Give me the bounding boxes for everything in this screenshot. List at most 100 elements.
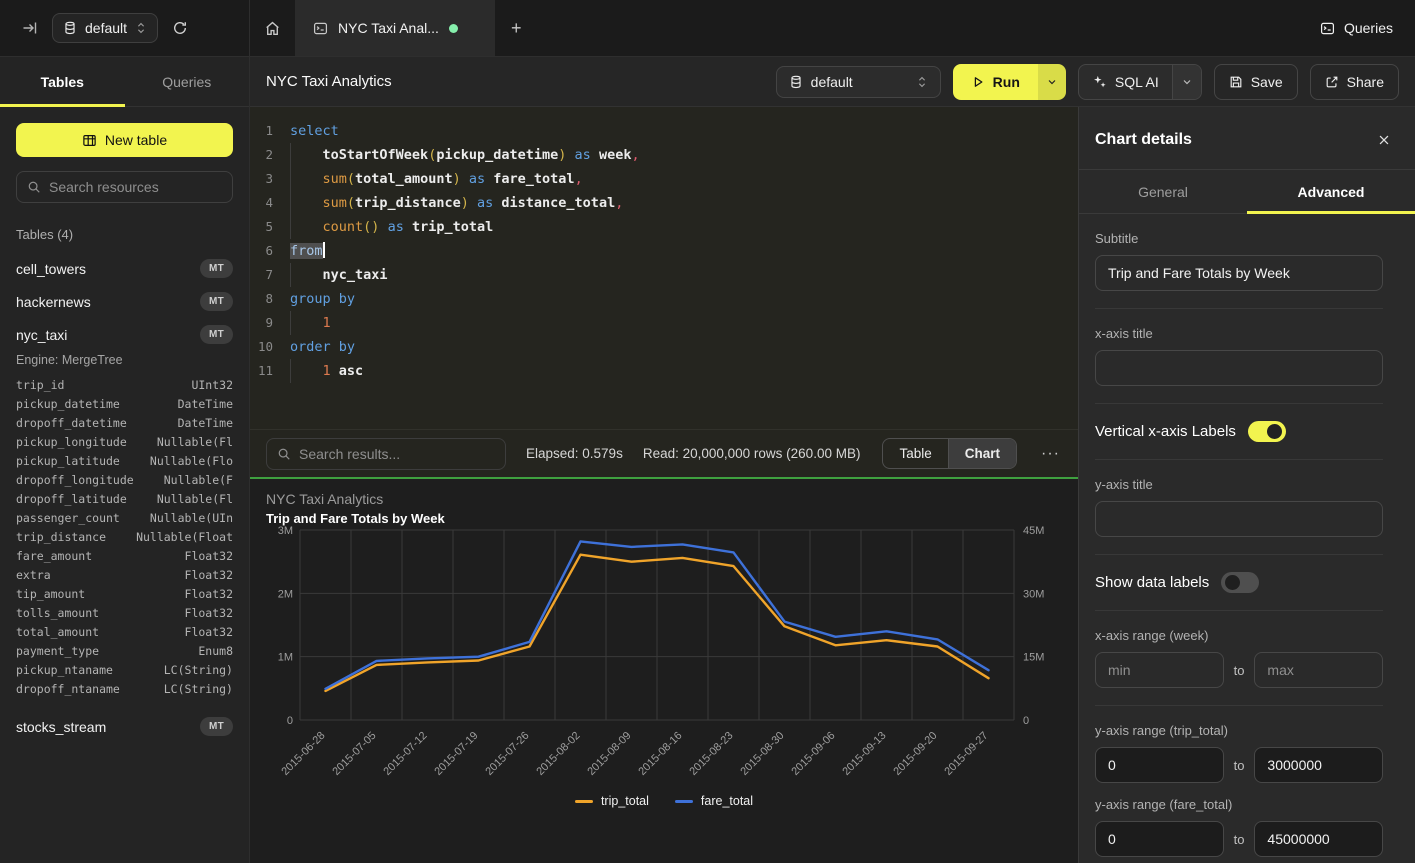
column-row[interactable]: dropoff_latitudeNullable(Fl	[0, 489, 249, 508]
xaxis-range-label: x-axis range (week)	[1095, 628, 1383, 643]
editor-line[interactable]: 7 nyc_taxi	[250, 263, 1078, 287]
xaxis-range-max-input[interactable]	[1254, 652, 1383, 688]
column-row[interactable]: payment_typeEnum8	[0, 641, 249, 660]
table-row[interactable]: hackernewsMT	[0, 285, 249, 318]
column-row[interactable]: dropoff_ntanameLC(String)	[0, 679, 249, 698]
new-table-label: New table	[105, 132, 167, 148]
close-panel-button[interactable]	[1377, 133, 1391, 147]
new-table-button[interactable]: New table	[16, 123, 233, 157]
data-labels-group: Show data labels	[1095, 555, 1383, 611]
query-tab[interactable]: NYC Taxi Anal...	[295, 0, 495, 56]
yaxis-range-trip-max-input[interactable]	[1254, 747, 1383, 783]
table-row[interactable]: stocks_streamMT	[0, 710, 249, 743]
editor-line[interactable]: 1select	[250, 119, 1078, 143]
view-toggle-chart[interactable]: Chart	[948, 439, 1016, 468]
queries-button[interactable]: Queries	[1320, 20, 1393, 36]
code-text: nyc_taxi	[290, 263, 388, 287]
column-row[interactable]: fare_amountFloat32	[0, 546, 249, 565]
column-type: Float32	[185, 549, 233, 563]
tables-list: cell_towersMThackernewsMTnyc_taxiMTEngin…	[0, 252, 249, 743]
refresh-button[interactable]	[172, 20, 188, 36]
share-button[interactable]: Share	[1310, 64, 1399, 100]
topbar-database-selector[interactable]: default	[52, 13, 158, 43]
line-number: 10	[250, 335, 290, 359]
legend-item-fare_total[interactable]: fare_total	[675, 794, 753, 808]
x-axis-label: 2015-09-27	[942, 730, 990, 778]
yaxis-range-fare-min-input[interactable]	[1095, 821, 1224, 857]
editor-line[interactable]: 4 sum(trip_distance) as distance_total,	[250, 191, 1078, 215]
sidebar-search-input[interactable]	[49, 179, 222, 195]
table-row[interactable]: nyc_taxiMT	[0, 318, 249, 351]
x-axis-label: 2015-07-05	[330, 730, 378, 778]
editor-line[interactable]: 6from	[250, 239, 1078, 263]
column-row[interactable]: tip_amountFloat32	[0, 584, 249, 603]
column-type: Nullable(F	[164, 473, 233, 487]
legend-swatch	[575, 800, 593, 803]
left-axis-tick: 0	[287, 715, 293, 727]
subtitle-label: Subtitle	[1095, 231, 1383, 246]
sql-ai-options-button[interactable]	[1172, 65, 1201, 99]
x-axis-label: 2015-07-19	[432, 730, 480, 778]
run-options-button[interactable]	[1038, 64, 1066, 100]
view-toggle-table[interactable]: Table	[883, 439, 947, 468]
yaxis-range-fare-max-input[interactable]	[1254, 821, 1383, 857]
chevron-updown-icon	[135, 21, 147, 35]
sql-ai-button[interactable]: SQL AI	[1079, 65, 1172, 99]
column-row[interactable]: trip_idUInt32	[0, 375, 249, 394]
column-row[interactable]: total_amountFloat32	[0, 622, 249, 641]
results-search[interactable]	[266, 438, 506, 470]
tab-advanced[interactable]: Advanced	[1247, 170, 1415, 213]
results-search-input[interactable]	[299, 446, 495, 462]
editor-line[interactable]: 3 sum(total_amount) as fare_total,	[250, 167, 1078, 191]
rows-read-stat: Read: 20,000,000 rows (260.00 MB)	[643, 446, 861, 461]
run-button[interactable]: Run	[953, 64, 1038, 100]
column-row[interactable]: extraFloat32	[0, 565, 249, 584]
data-labels-toggle[interactable]	[1221, 572, 1259, 593]
column-row[interactable]: dropoff_longitude Nullable(F	[0, 470, 249, 489]
editor-line[interactable]: 11 1 asc	[250, 359, 1078, 383]
queries-button-label: Queries	[1344, 20, 1393, 36]
column-row[interactable]: pickup_latitudeNullable(Flo	[0, 451, 249, 470]
column-row[interactable]: dropoff_datetimeDateTime	[0, 413, 249, 432]
editor-line[interactable]: 2 toStartOfWeek(pickup_datetime) as week…	[250, 143, 1078, 167]
column-name: payment_type	[16, 644, 99, 658]
column-row[interactable]: passenger_countNullable(UIn	[0, 508, 249, 527]
vertical-labels-toggle[interactable]	[1248, 421, 1286, 442]
database-selector-value: default	[811, 74, 853, 90]
x-axis-label: 2015-08-30	[738, 730, 786, 778]
yaxis-title-input[interactable]	[1095, 501, 1383, 537]
legend-item-trip_total[interactable]: trip_total	[575, 794, 649, 808]
column-row[interactable]: tolls_amountFloat32	[0, 603, 249, 622]
column-row[interactable]: pickup_ntanameLC(String)	[0, 660, 249, 679]
editor-line[interactable]: 8group by	[250, 287, 1078, 311]
more-options-button[interactable]: ···	[1037, 445, 1064, 463]
column-row[interactable]: pickup_datetimeDateTime	[0, 394, 249, 413]
column-row[interactable]: pickup_longitudeNullable(Fl	[0, 432, 249, 451]
engine-badge: MT	[200, 292, 233, 311]
editor-line[interactable]: 9 1	[250, 311, 1078, 335]
collapse-sidebar-button[interactable]	[22, 20, 38, 36]
home-button[interactable]	[250, 0, 295, 56]
editor-line[interactable]: 10order by	[250, 335, 1078, 359]
toolbar-database-selector[interactable]: default	[776, 66, 941, 98]
sidebar-search[interactable]	[16, 171, 233, 203]
column-name: dropoff_ntaname	[16, 682, 120, 696]
column-row[interactable]: trip_distanceNullable(Float	[0, 527, 249, 546]
column-name: dropoff_longitude	[16, 473, 134, 487]
xaxis-range-min-input[interactable]	[1095, 652, 1224, 688]
xaxis-title-input[interactable]	[1095, 350, 1383, 386]
sql-editor[interactable]: 1select2 toStartOfWeek(pickup_datetime) …	[250, 107, 1078, 429]
yaxis-range-trip-min-input[interactable]	[1095, 747, 1224, 783]
sidebar-tab-tables[interactable]: Tables	[0, 57, 125, 106]
sidebar-tab-queries[interactable]: Queries	[125, 57, 250, 106]
tab-general[interactable]: General	[1079, 170, 1247, 213]
table-row[interactable]: cell_towersMT	[0, 252, 249, 285]
chart-details-panel: Chart details General Advanced Subtitle	[1078, 107, 1415, 863]
results-chart: 001M15M2M30M3M45M2015-06-282015-07-05201…	[266, 526, 1062, 792]
editor-line[interactable]: 5 count() as trip_total	[250, 215, 1078, 239]
new-tab-button[interactable]: +	[495, 0, 538, 56]
line-number: 3	[250, 167, 290, 191]
save-button[interactable]: Save	[1214, 64, 1298, 100]
subtitle-input[interactable]	[1095, 255, 1383, 291]
xaxis-title-label: x-axis title	[1095, 326, 1383, 341]
